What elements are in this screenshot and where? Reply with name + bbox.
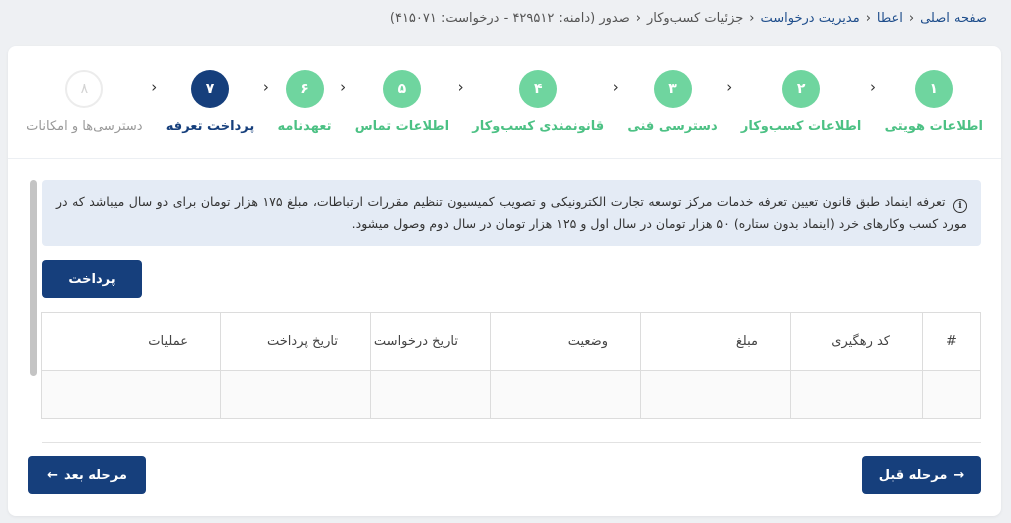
column-header-index: # — [922, 312, 981, 371]
breadcrumb-details: جزئیات کسب‌وکار — [646, 10, 744, 26]
chevron-left-icon: ‹ — [908, 10, 915, 26]
step-access-features: ۸ دسترسی‌ها و امکانات — [26, 70, 143, 134]
step-number: ۶ — [285, 70, 324, 108]
step-legality[interactable]: ۴ قانونمندی کسب‌وکار — [472, 70, 604, 134]
stepper: ۱ اطلاعات هویتی ‹ ۲ اطلاعات کسب‌وکار ‹ ۳… — [26, 70, 983, 160]
payments-table: # کد رهگیری مبلغ وضعیت تاریخ درخواست تار… — [41, 312, 981, 419]
arrow-left-icon: ← — [47, 467, 58, 483]
table-cell — [41, 370, 221, 419]
chevron-left-icon: ‹ — [457, 78, 464, 96]
table-cell — [640, 370, 791, 419]
step-label: اطلاعات تماس — [354, 119, 450, 134]
column-header-tracking-code: کد رهگیری — [790, 312, 923, 371]
chevron-left-icon: ‹ — [865, 10, 871, 26]
chevron-left-icon: ‹ — [612, 78, 619, 96]
table-footer-divider — [42, 442, 981, 443]
tariff-info-text: تعرفه اینماد طبق قانون تعیین تعرفه خدمات… — [56, 194, 967, 231]
chevron-left-icon: ‹ — [869, 78, 876, 96]
step-technical-access[interactable]: ۳ دسترسی فنی — [627, 70, 718, 134]
column-header-operations: عملیات — [41, 312, 221, 371]
breadcrumb-grant-link[interactable]: اعطا — [877, 11, 903, 26]
breadcrumb-current: صدور (دامنه: ۴۲۹۵۱۲ - درخواست: ۴۱۵۰۷۱) — [389, 10, 630, 26]
chevron-left-icon: ‹ — [726, 78, 733, 96]
chevron-left-icon: ‹ — [340, 78, 347, 96]
step-identity[interactable]: ۱ اطلاعات هویتی — [885, 70, 983, 134]
stepper-divider — [8, 158, 1001, 159]
step-label: دسترسی فنی — [627, 119, 718, 134]
chevron-left-icon: ‹ — [749, 10, 755, 26]
step-number: ۸ — [65, 70, 104, 108]
breadcrumb-home-link[interactable]: صفحه اصلی — [920, 11, 987, 26]
step-tariff-payment[interactable]: ۷ پرداخت تعرفه — [166, 70, 254, 134]
step-business-info[interactable]: ۲ اطلاعات کسب‌وکار — [741, 70, 861, 134]
step-commitment[interactable]: ۶ تعهدنامه — [277, 70, 332, 134]
step-label: قانونمندی کسب‌وکار — [472, 119, 605, 134]
scrollbar[interactable] — [30, 180, 37, 376]
step-number: ۳ — [653, 70, 692, 108]
previous-step-button[interactable]: → مرحله قبل — [862, 456, 981, 494]
step-number: ۵ — [382, 70, 421, 108]
chevron-left-icon: ‹ — [151, 78, 158, 96]
step-label: تعهدنامه — [277, 119, 332, 134]
table-cell — [370, 370, 491, 419]
table-cell — [922, 370, 981, 419]
step-label: اطلاعات هویتی — [884, 119, 983, 134]
step-label: دسترسی‌ها و امکانات — [26, 119, 143, 134]
table-header-row: # کد رهگیری مبلغ وضعیت تاریخ درخواست تار… — [41, 312, 981, 371]
arrow-right-icon: → — [953, 467, 965, 483]
table-cell — [490, 370, 641, 419]
tariff-info-box: i تعرفه اینماد طبق قانون تعیین تعرفه خدم… — [42, 180, 981, 246]
next-step-button[interactable]: مرحله بعد ← — [28, 456, 146, 494]
previous-step-label: مرحله قبل — [878, 467, 948, 483]
table-cell — [220, 370, 371, 419]
step-number: ۱ — [914, 70, 953, 108]
issuance-card: ۱ اطلاعات هویتی ‹ ۲ اطلاعات کسب‌وکار ‹ ۳… — [8, 46, 1001, 516]
chevron-left-icon: ‹ — [262, 78, 269, 96]
step-contact-info[interactable]: ۵ اطلاعات تماس — [355, 70, 449, 134]
pay-button[interactable]: پرداخت — [42, 260, 142, 298]
table-row — [41, 370, 981, 419]
table-cell — [790, 370, 923, 419]
chevron-left-icon: ‹ — [635, 10, 641, 26]
step-number: ۷ — [191, 70, 230, 108]
step-label: پرداخت تعرفه — [165, 119, 255, 134]
step-number: ۴ — [519, 70, 558, 108]
column-header-status: وضعیت — [490, 312, 641, 371]
breadcrumb: صفحه اصلی ‹ اعطا ‹ مدیریت درخواست ‹ جزئی… — [24, 8, 987, 28]
column-header-request-date: تاریخ درخواست — [370, 312, 491, 371]
column-header-amount: مبلغ — [640, 312, 791, 371]
step-number: ۲ — [782, 70, 821, 108]
breadcrumb-manage-link[interactable]: مدیریت درخواست — [761, 11, 860, 26]
info-icon: i — [953, 199, 967, 213]
step-label: اطلاعات کسب‌وکار — [740, 119, 862, 134]
next-step-label: مرحله بعد — [63, 467, 127, 483]
column-header-payment-date: تاریخ پرداخت — [220, 312, 371, 371]
